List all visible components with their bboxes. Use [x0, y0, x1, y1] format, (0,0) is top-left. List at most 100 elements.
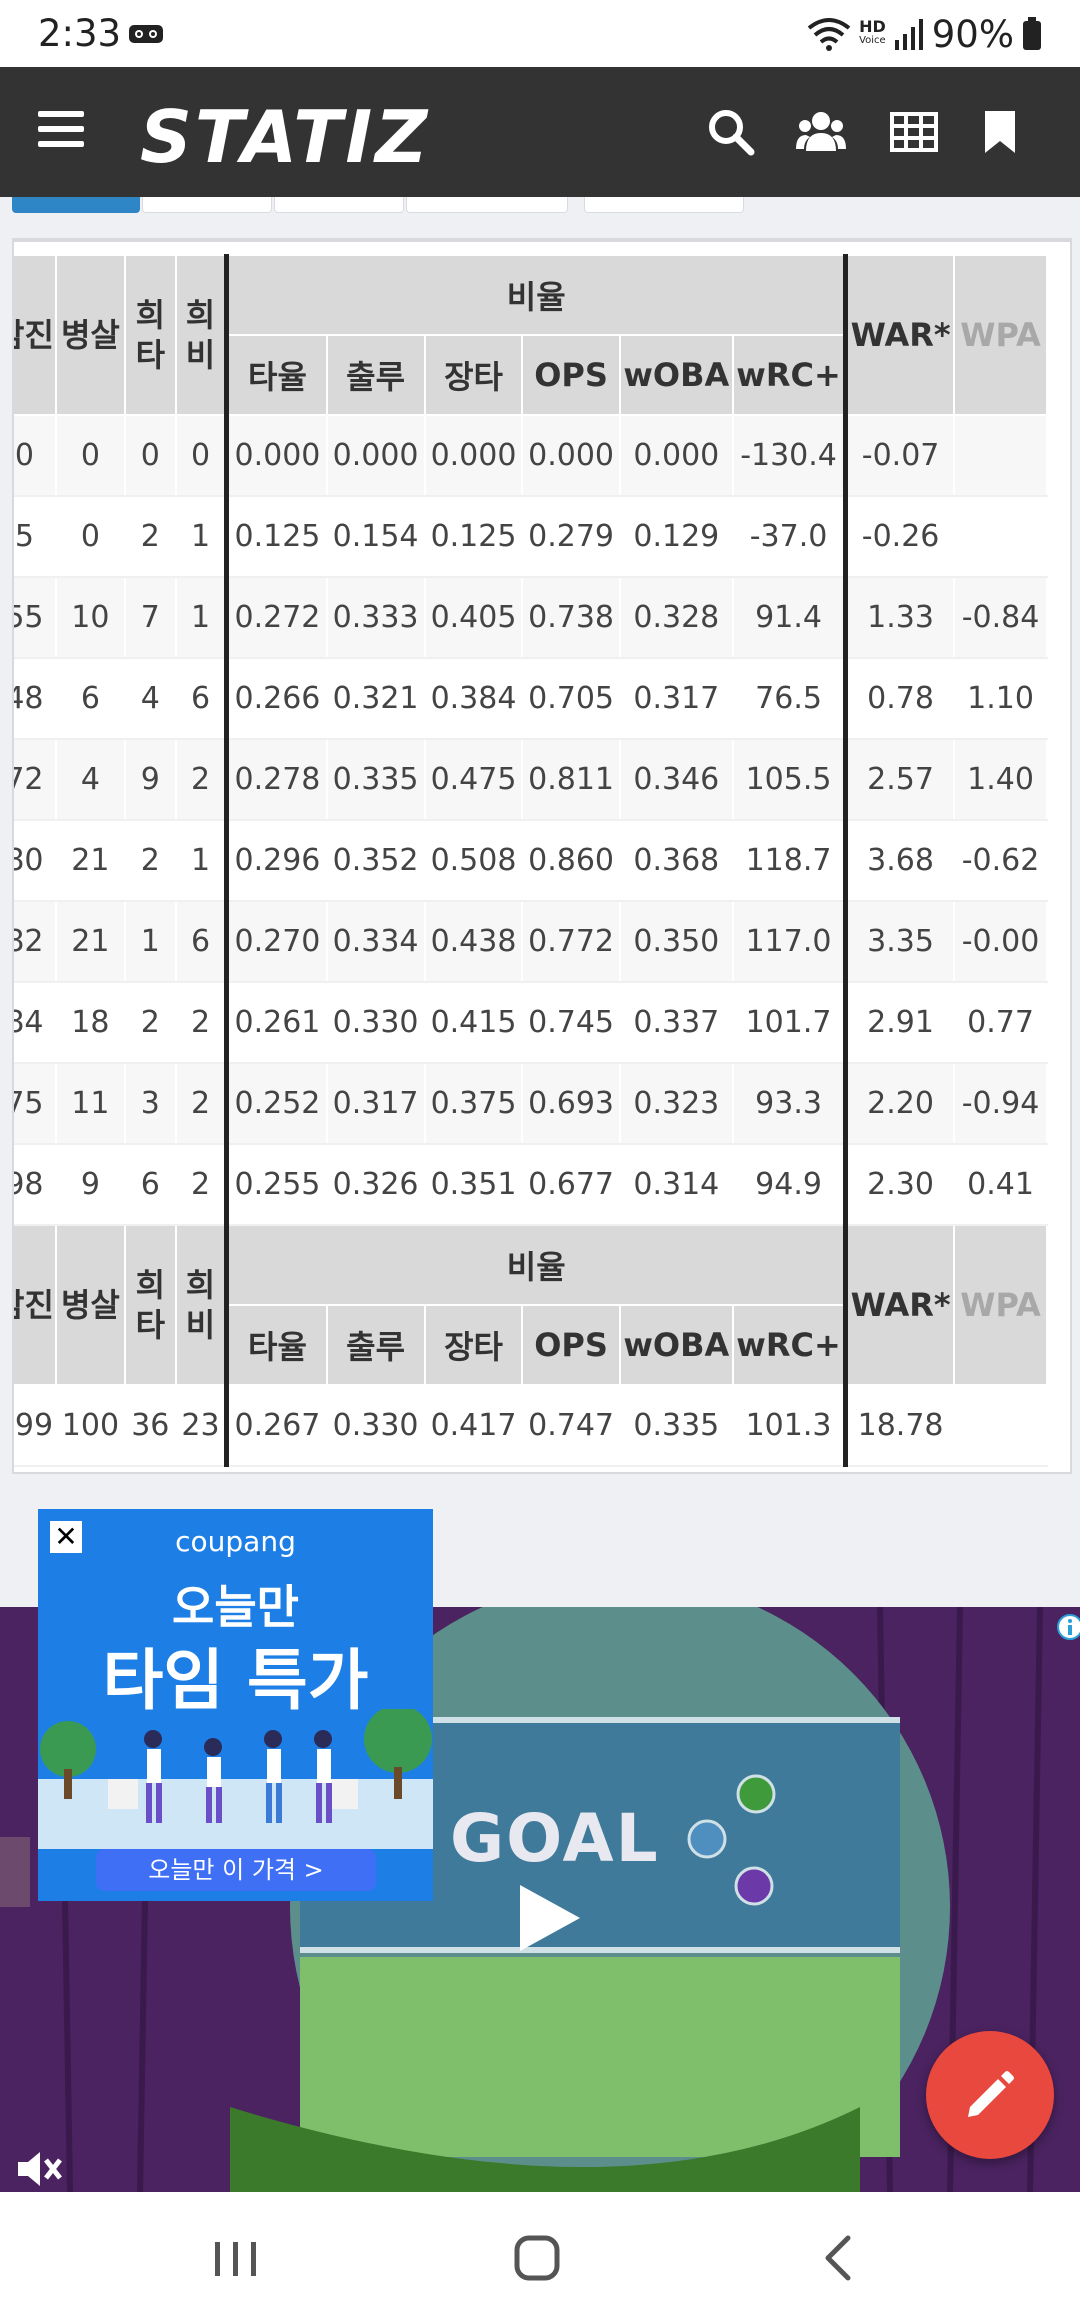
- back-icon[interactable]: [808, 2228, 868, 2288]
- col-header[interactable]: wOBA: [618, 334, 735, 416]
- table-cell: 4: [123, 657, 177, 740]
- table-cell: 0.323: [618, 1062, 735, 1145]
- coupang-ad-banner[interactable]: ✕ coupang 오늘만 타임 특가 오늘만 이 가격 >: [38, 1509, 433, 1901]
- table-cell: 2: [123, 495, 177, 578]
- table-cell: 0.272: [224, 576, 328, 659]
- col-header[interactable]: 장타: [423, 1304, 524, 1386]
- table-cell: 0.129: [618, 495, 735, 578]
- table-cell: 0: [123, 414, 177, 497]
- table-cell: 82: [14, 900, 57, 983]
- total-cell: 100: [54, 1384, 126, 1467]
- table-row: 724920.2780.3350.4750.8110.346105.52.571…: [14, 738, 1048, 821]
- table-cell: 80: [14, 819, 57, 902]
- total-row: 799 100 36 23 0.267 0.330 0.417 0.747 0.…: [14, 1384, 1048, 1467]
- table-cell: 0.321: [325, 657, 426, 740]
- total-cell: 23: [174, 1384, 228, 1467]
- table-cell: 0.270: [224, 900, 328, 983]
- col-header[interactable]: 출루: [325, 1304, 426, 1386]
- table-cell: 0.438: [423, 900, 524, 983]
- table-cell: 0.508: [423, 819, 524, 902]
- table-cell: 0.77: [953, 981, 1048, 1064]
- table-cell: 1.33: [843, 576, 956, 659]
- table-cell: 3.68: [843, 819, 956, 902]
- col-header-wpa[interactable]: WPA: [953, 254, 1048, 416]
- table-cell: 0.78: [843, 657, 956, 740]
- table-cell: -0.62: [953, 819, 1048, 902]
- table-cell: 2: [123, 981, 177, 1064]
- table-cell: [953, 414, 1048, 497]
- col-header[interactable]: 희비: [174, 254, 228, 416]
- col-header[interactable]: 희타: [123, 1224, 177, 1386]
- menu-icon[interactable]: [38, 109, 86, 149]
- tab[interactable]: [406, 197, 568, 213]
- mute-icon[interactable]: [14, 2148, 64, 2190]
- table-cell: 1.40: [953, 738, 1048, 821]
- tab[interactable]: [584, 197, 744, 213]
- table-cell: 0.154: [325, 495, 426, 578]
- col-header[interactable]: 병살: [54, 1224, 126, 1386]
- table-cell: 4: [54, 738, 126, 821]
- table-cell: 55: [14, 576, 57, 659]
- col-header[interactable]: 병살: [54, 254, 126, 416]
- col-header[interactable]: 삼진: [14, 254, 57, 416]
- ad-cta-button[interactable]: 오늘만 이 가격 >: [96, 1849, 376, 1891]
- col-header[interactable]: 장타: [423, 334, 524, 416]
- home-icon[interactable]: [507, 2228, 567, 2288]
- table-cell: 0.860: [521, 819, 621, 902]
- col-header[interactable]: wRC+: [732, 1304, 847, 1386]
- col-header[interactable]: OPS: [521, 334, 621, 416]
- table-cell: 0.705: [521, 657, 621, 740]
- table-cell: 0.125: [224, 495, 328, 578]
- col-header-wpa[interactable]: WPA: [953, 1224, 1048, 1386]
- stats-table-card: 삼진 병살 희타 희비 비율 WAR* WPA 타율 출루 장타 OPS wOB…: [12, 238, 1072, 1474]
- site-logo[interactable]: STATIZ: [140, 95, 430, 179]
- table-cell: 2: [123, 819, 177, 902]
- table-cell: 0.000: [325, 414, 426, 497]
- table-cell: 94.9: [732, 1143, 847, 1226]
- col-header[interactable]: 출루: [325, 334, 426, 416]
- col-header[interactable]: OPS: [521, 1304, 621, 1386]
- table-cell: 93.3: [732, 1062, 847, 1145]
- search-icon[interactable]: [706, 107, 756, 157]
- tab[interactable]: [274, 197, 404, 213]
- table-cell: 1: [174, 819, 228, 902]
- total-cell: 799: [14, 1384, 57, 1467]
- table-cell: 0.328: [618, 576, 735, 659]
- table-row: 989620.2550.3260.3510.6770.31494.92.300.…: [14, 1143, 1048, 1226]
- col-header[interactable]: 타율: [224, 334, 328, 416]
- recent-apps-icon[interactable]: [205, 2228, 265, 2288]
- col-header-war[interactable]: WAR*: [843, 1224, 956, 1386]
- table-cell: 6: [54, 657, 126, 740]
- table-cell: 0.000: [618, 414, 735, 497]
- col-header[interactable]: wOBA: [618, 1304, 735, 1386]
- users-icon[interactable]: [796, 107, 846, 157]
- table-cell: [953, 495, 1048, 578]
- col-header[interactable]: 삼진: [14, 1224, 57, 1386]
- col-header[interactable]: wRC+: [732, 334, 847, 416]
- tab-active[interactable]: [12, 197, 140, 213]
- table-cell: 6: [123, 1143, 177, 1226]
- table-cell: 0.475: [423, 738, 524, 821]
- table-cell: 3.35: [843, 900, 956, 983]
- col-header[interactable]: 희타: [123, 254, 177, 416]
- bookmark-icon[interactable]: [975, 107, 1025, 157]
- col-header[interactable]: 희비: [174, 1224, 228, 1386]
- table-icon[interactable]: [889, 107, 939, 157]
- table-row: 5510710.2720.3330.4050.7380.32891.41.33-…: [14, 576, 1048, 659]
- table-cell: 21: [54, 900, 126, 983]
- table-cell: 0.335: [325, 738, 426, 821]
- table-cell: 0.351: [423, 1143, 524, 1226]
- play-icon[interactable]: [516, 1883, 582, 1953]
- col-header-war[interactable]: WAR*: [843, 254, 956, 416]
- tab[interactable]: [142, 197, 272, 213]
- edit-button[interactable]: [926, 2031, 1054, 2159]
- table-cell: 0.252: [224, 1062, 328, 1145]
- table-cell: 0: [14, 414, 57, 497]
- table-cell: 0: [174, 414, 228, 497]
- table-cell: 0.745: [521, 981, 621, 1064]
- app-header: STATIZ: [0, 67, 1080, 197]
- table-cell: 18: [54, 981, 126, 1064]
- col-header[interactable]: 타율: [224, 1304, 328, 1386]
- table-cell: 9: [54, 1143, 126, 1226]
- ad-info-icon[interactable]: [1052, 1610, 1080, 1644]
